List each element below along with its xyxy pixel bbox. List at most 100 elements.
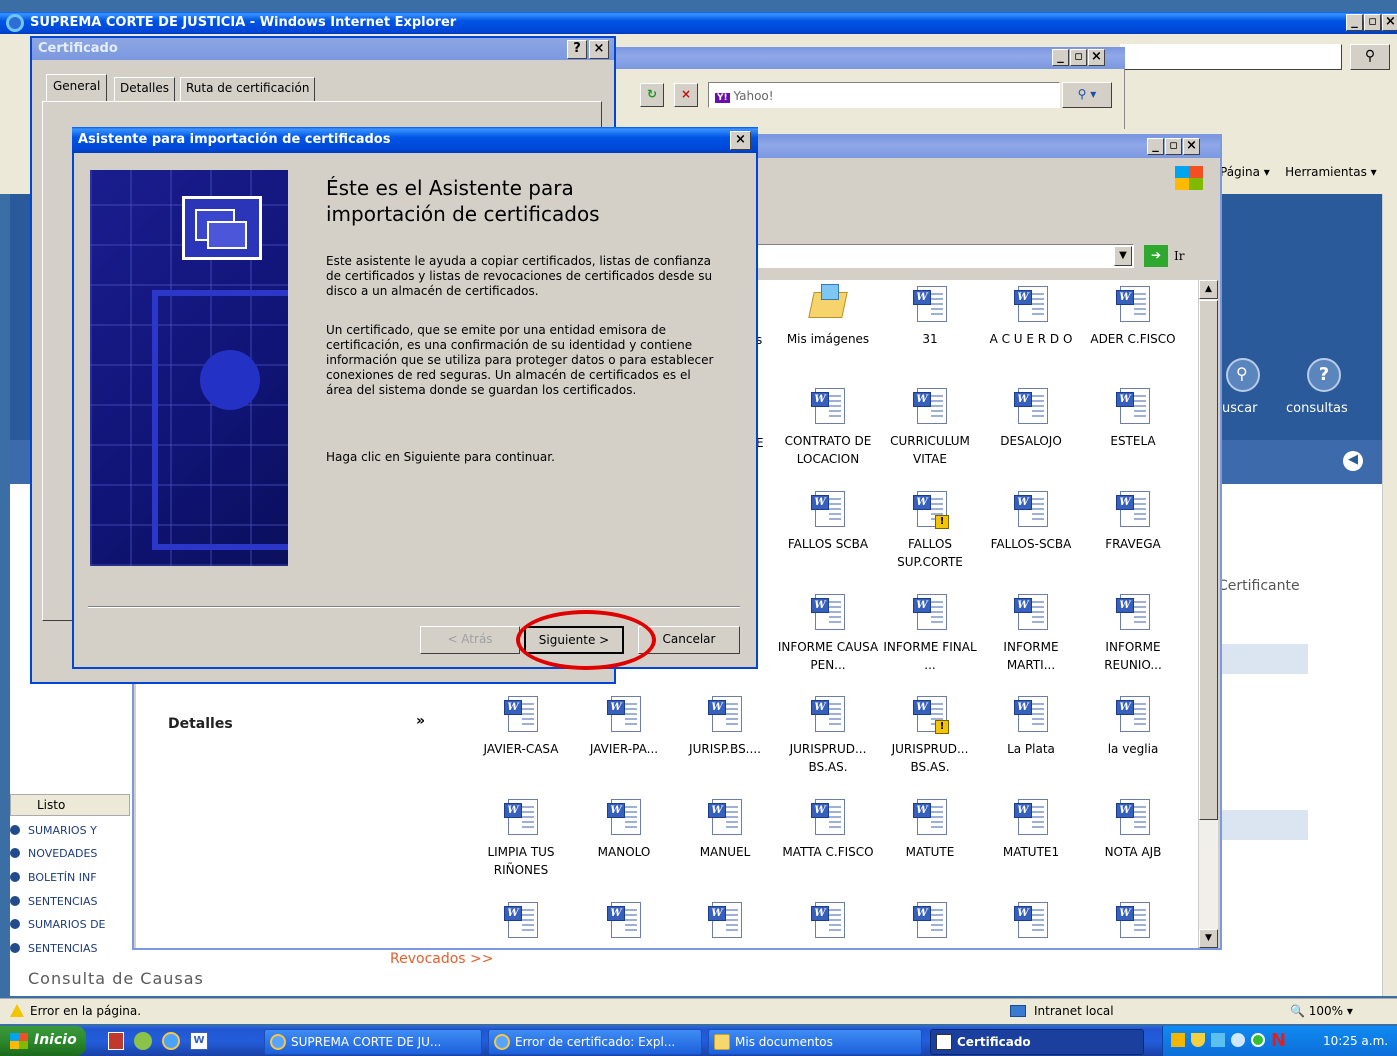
details-panel-header[interactable]: Detalles » <box>146 704 442 742</box>
scroll-up-arrow[interactable]: ▲ <box>1199 280 1218 299</box>
file-item[interactable]: W LIMPIA TUS RIÑONES <box>469 797 573 879</box>
file-item[interactable]: W A C U E R D O <box>979 284 1083 348</box>
file-item[interactable]: W CONTRATO DE LOCACION <box>776 386 880 468</box>
file-item[interactable]: W JURISPRUD... BS.AS. <box>776 694 880 776</box>
file-item[interactable]: W NOTA AJB <box>1081 797 1185 861</box>
address-bar[interactable] <box>700 244 1134 268</box>
ie-min-button[interactable]: _ <box>1346 14 1363 31</box>
sidebar-link-5[interactable]: SUMARIOS DE <box>10 918 106 931</box>
tray-shield-icon[interactable] <box>1191 1033 1205 1047</box>
file-item[interactable]: W La Plata <box>979 694 1083 758</box>
file-item[interactable]: W JURISP.BS.... <box>673 694 777 758</box>
ie-title-bar[interactable]: SUPREMA CORTE DE JUSTICIA - Windows Inte… <box>0 12 1397 34</box>
file-item[interactable]: W MATUTE <box>878 797 982 861</box>
file-item[interactable]: W JAVIER-CASA <box>469 694 573 758</box>
file-item[interactable]: W! FALLOS SUP.CORTE <box>878 489 982 571</box>
file-item[interactable]: W MATTA C.FISCO <box>776 797 880 861</box>
file-item[interactable]: W MANOLO <box>572 797 676 861</box>
file-item[interactable]: W INFORME REUNIO... <box>1081 592 1185 674</box>
ie2-close-button[interactable]: × <box>1088 49 1105 66</box>
outlook-icon[interactable] <box>134 1032 152 1050</box>
file-item[interactable]: W ESTELA <box>1081 386 1185 450</box>
ie-scrollbar[interactable] <box>1382 194 1397 996</box>
nav-back-arrow-icon[interactable]: ◀ <box>1343 451 1363 471</box>
explorer-min-button[interactable]: _ <box>1147 138 1164 155</box>
file-item[interactable]: W ADER C.FISCO <box>1081 284 1185 348</box>
explorer-scrollbar[interactable]: ▲ ▼ <box>1198 280 1218 948</box>
ie2-search-field[interactable]: Y! Yahoo! <box>708 82 1060 108</box>
file-item[interactable]: W CURRICULUM VITAE <box>878 386 982 468</box>
status-error-text[interactable]: Error en la página. <box>30 1004 141 1018</box>
file-item[interactable]: W <box>572 900 676 940</box>
ie2-title-bar[interactable] <box>600 47 1125 69</box>
taskbar-btn-certificado[interactable]: Certificado <box>930 1029 1144 1055</box>
file-item[interactable]: W <box>673 900 777 940</box>
sidebar-link-3[interactable]: BOLETÍN INF <box>10 871 97 884</box>
tray-green-icon[interactable] <box>1251 1033 1265 1047</box>
go-label[interactable]: Ir <box>1174 249 1184 263</box>
file-item[interactable]: W FRAVEGA <box>1081 489 1185 553</box>
certificate-close-button[interactable]: × <box>589 40 609 59</box>
scroll-down-arrow[interactable]: ▼ <box>1199 929 1218 948</box>
file-item[interactable]: W MATUTE1 <box>979 797 1083 861</box>
scroll-thumb[interactable] <box>1199 300 1218 820</box>
revocados-link[interactable]: Revocados >> <box>390 951 494 967</box>
file-item[interactable]: W! JURISPRUD... BS.AS. <box>878 694 982 776</box>
address-dropdown-button[interactable]: ▼ <box>1114 246 1132 266</box>
explorer-close-button[interactable]: × <box>1183 138 1200 155</box>
file-item[interactable]: W <box>469 900 573 940</box>
chevron-down-icon[interactable]: » <box>416 713 425 729</box>
ie2-refresh-button[interactable]: ↻ <box>640 83 664 107</box>
tools-menu[interactable]: Herramientas <box>1285 165 1367 179</box>
file-item[interactable]: W <box>878 900 982 940</box>
ie-max-button[interactable]: ▫ <box>1364 14 1381 31</box>
tab-general[interactable]: General <box>46 74 108 102</box>
tray-icon-4[interactable] <box>1231 1033 1245 1047</box>
taskbar-btn-suprema[interactable]: SUPREMA CORTE DE JU... <box>264 1029 482 1055</box>
zoom-control[interactable]: 🔍 100% ▾ <box>1290 1004 1353 1018</box>
sidebar-link-4[interactable]: SENTENCIAS <box>10 895 98 908</box>
start-button[interactable]: Inicio <box>0 1026 86 1056</box>
taskbar-btn-error[interactable]: Error de certificado: Expl... <box>488 1029 702 1055</box>
file-item[interactable]: W <box>1081 900 1185 940</box>
nav-consultas-label[interactable]: consultas <box>1286 401 1348 416</box>
wizard-close-button[interactable]: × <box>730 131 751 150</box>
tab-ruta[interactable]: Ruta de certificación <box>180 77 316 102</box>
file-item[interactable]: W <box>776 900 880 940</box>
nav-help-circle[interactable]: ? <box>1307 358 1341 392</box>
file-item[interactable]: W INFORME MARTI... <box>979 592 1083 674</box>
ie2-stop-button[interactable]: × <box>674 83 698 107</box>
sidebar-link-1[interactable]: SUMARIOS Y <box>10 824 97 837</box>
ie2-max-button[interactable]: ▫ <box>1070 49 1087 66</box>
back-button[interactable]: < Atrás <box>420 626 520 654</box>
file-item[interactable]: Mis imágenes <box>776 284 880 348</box>
calculator-icon[interactable] <box>108 1032 124 1050</box>
file-item[interactable]: W FALLOS SCBA <box>776 489 880 553</box>
sidebar-link-6[interactable]: SENTENCIAS <box>10 942 98 955</box>
file-item[interactable]: W INFORME CAUSA PEN... <box>776 592 880 674</box>
tray-n-icon[interactable]: N <box>1271 1030 1286 1051</box>
word-quick-icon[interactable]: W <box>190 1032 208 1050</box>
ie2-search-button[interactable]: ⚲ ▾ <box>1062 82 1112 108</box>
nav-search-circle[interactable]: ⚲ <box>1226 358 1260 392</box>
file-item[interactable]: W DESALOJO <box>979 386 1083 450</box>
wizard-title-bar[interactable]: Asistente para importación de certificad… <box>72 127 758 153</box>
certificate-help-button[interactable]: ? <box>567 40 587 59</box>
file-item[interactable]: W FALLOS-SCBA <box>979 489 1083 553</box>
go-arrow-icon[interactable]: ➔ <box>1144 245 1168 267</box>
ie-quick-icon[interactable] <box>162 1032 180 1050</box>
taskbar-btn-misdocs[interactable]: Mis documentos <box>708 1029 922 1055</box>
file-item[interactable]: W <box>979 900 1083 940</box>
tray-icon-1[interactable] <box>1171 1033 1185 1047</box>
file-item[interactable]: W 31 <box>878 284 982 348</box>
file-item[interactable]: W MANUEL <box>673 797 777 861</box>
clock[interactable]: 10:25 a.m. <box>1323 1034 1388 1048</box>
ie-search-button[interactable]: ⚲ <box>1350 44 1390 70</box>
certificate-title-bar[interactable]: Certificado <box>32 38 614 60</box>
certificante-text[interactable]: Certificante <box>1218 578 1300 594</box>
file-item[interactable]: W JAVIER-PA... <box>572 694 676 758</box>
ie-search-box[interactable] <box>1120 44 1342 70</box>
tray-network-icon[interactable] <box>1211 1033 1225 1047</box>
explorer-max-button[interactable]: ▫ <box>1165 138 1182 155</box>
page-menu[interactable]: Página <box>1220 165 1260 179</box>
